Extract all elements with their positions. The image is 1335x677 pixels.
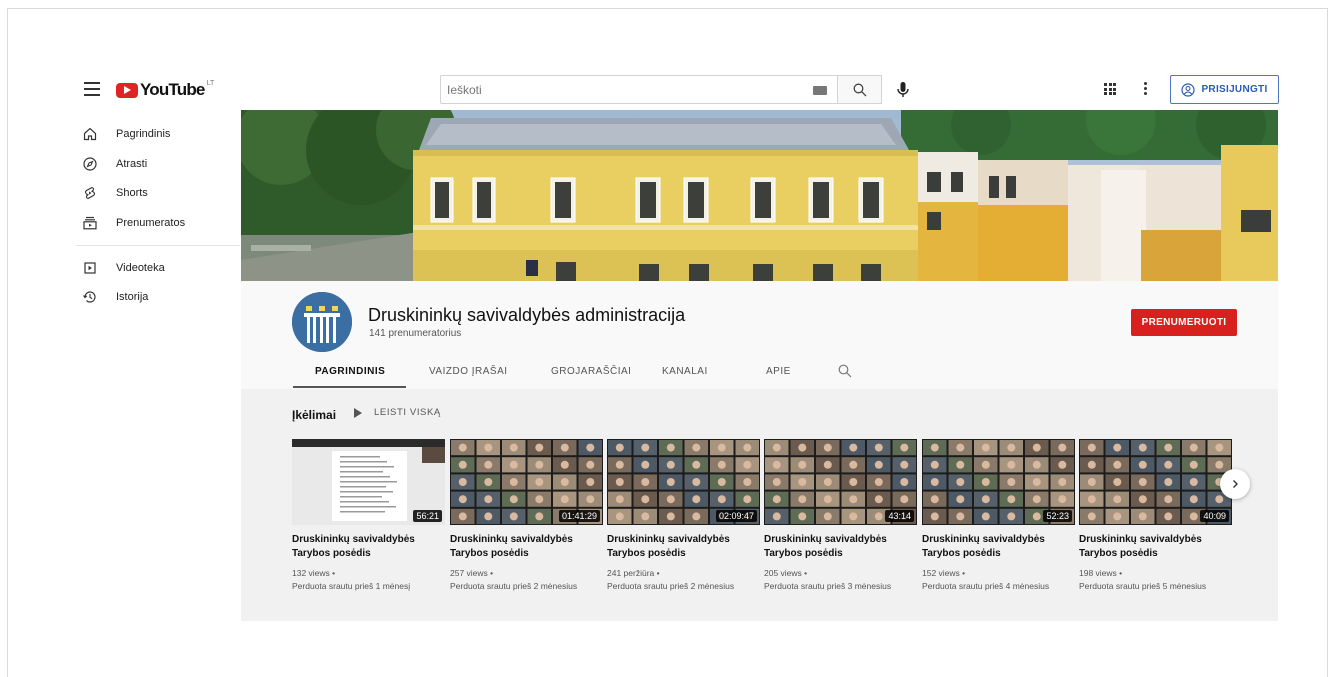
video-stream-date: Perduota srautu prieš 5 mėnesius <box>1079 581 1207 591</box>
sidebar: Pagrindinis Atrasti Shorts Prenumeratos … <box>76 118 240 621</box>
home-icon <box>83 127 97 141</box>
video-thumbnail[interactable]: 56:21 <box>292 439 445 525</box>
masthead: YouTube LT PRISIJUNGTI <box>76 72 1280 110</box>
search-input[interactable] <box>441 82 801 97</box>
next-arrow-button[interactable] <box>1220 469 1250 499</box>
logo-text: YouTube <box>140 80 205 99</box>
video-stream-date: Perduota srautu prieš 2 mėnesius <box>450 581 578 591</box>
subscriptions-icon <box>83 216 97 230</box>
logo-region: LT <box>206 80 215 87</box>
video-duration: 40:09 <box>1200 510 1229 522</box>
video-title[interactable]: Druskininkų savivaldybės Tarybos posėdis <box>450 533 603 561</box>
video-stream-date: Perduota srautu prieš 4 mėnesius <box>922 581 1050 591</box>
video-views: 132 views • <box>292 568 336 578</box>
tab-home[interactable]: PAGRINDINIS <box>315 366 385 377</box>
video-title[interactable]: Druskininkų savivaldybės Tarybos posėdis <box>922 533 1075 561</box>
sidebar-item-label: Istorija <box>116 291 149 303</box>
youtube-play-icon <box>116 82 138 98</box>
library-icon <box>84 262 96 274</box>
video-duration: 52:23 <box>1043 510 1072 522</box>
apps-grid-icon[interactable] <box>1104 83 1116 95</box>
channel-name: Druskininkų savivaldybės administracija <box>368 305 686 325</box>
video-views: 205 views • <box>764 568 808 578</box>
video-card[interactable]: 01:41:29 Druskininkų savivaldybės Tarybos… <box>450 439 603 592</box>
video-duration: 43:14 <box>885 510 914 522</box>
sidebar-item-label: Prenumeratos <box>116 217 186 229</box>
video-thumbnail[interactable]: 43:14 <box>764 439 917 525</box>
video-card[interactable]: 02:09:47 Druskininkų savivaldybės Tarybos… <box>607 439 760 592</box>
youtube-logo[interactable]: YouTube LT <box>116 80 214 100</box>
uploads-shelf: Įkėlimai LEISTI VISKĄ 56:21 Druskininkų s… <box>241 389 1278 621</box>
video-thumbnail[interactable]: 02:09:47 <box>607 439 760 525</box>
sidebar-item-library[interactable]: Videoteka <box>76 255 236 281</box>
play-all-button[interactable]: LEISTI VISKĄ <box>354 407 441 418</box>
video-views: 241 peržiūra • <box>607 568 660 578</box>
channel-banner <box>241 110 1278 281</box>
tab-channels[interactable]: KANALAI <box>662 366 708 377</box>
video-title[interactable]: Druskininkų savivaldybės Tarybos posėdis <box>292 533 445 561</box>
video-title[interactable]: Druskininkų savivaldybės Tarybos posėdis <box>607 533 760 561</box>
video-card[interactable]: 43:14 Druskininkų savivaldybės Tarybos po… <box>764 439 917 592</box>
compass-icon <box>83 157 97 171</box>
play-all-label: LEISTI VISKĄ <box>374 407 441 418</box>
active-tab-indicator <box>293 386 406 388</box>
video-views: 198 views • <box>1079 568 1123 578</box>
video-duration: 01:41:29 <box>558 510 600 522</box>
video-card[interactable]: 56:21 Druskininkų savivaldybės Tarybos po… <box>292 439 445 592</box>
menu-icon[interactable] <box>84 82 100 96</box>
shelf-title[interactable]: Įkėlimai <box>292 408 336 422</box>
channel-header: Druskininkų savivaldybės administracija … <box>241 281 1278 389</box>
more-vert-icon[interactable] <box>1144 82 1148 96</box>
sidebar-item-shorts[interactable]: Shorts <box>76 180 236 206</box>
sidebar-item-subscriptions[interactable]: Prenumeratos <box>76 210 236 236</box>
signin-label: PRISIJUNGTI <box>1201 84 1268 95</box>
video-stream-date: Perduota srautu prieš 2 mėnesius <box>607 581 735 591</box>
sidebar-item-label: Pagrindinis <box>116 128 171 140</box>
tab-videos[interactable]: VAIZDO ĮRAŠAI <box>429 366 508 377</box>
video-duration: 56:21 <box>413 510 442 522</box>
sidebar-item-explore[interactable]: Atrasti <box>76 151 236 177</box>
tab-playlists[interactable]: GROJARAŠČIAI <box>551 366 631 377</box>
sidebar-divider <box>76 245 240 246</box>
play-icon <box>354 407 362 418</box>
video-stream-date: Perduota srautu prieš 3 mėnesius <box>764 581 892 591</box>
tab-about[interactable]: APIE <box>766 366 791 377</box>
subscriber-count: 141 prenumeratorius <box>369 328 462 339</box>
video-thumbnail[interactable]: 52:23 <box>922 439 1075 525</box>
sidebar-item-home[interactable]: Pagrindinis <box>76 121 236 147</box>
video-title[interactable]: Druskininkų savivaldybės Tarybos posėdis <box>764 533 917 561</box>
chevron-right-icon <box>1233 480 1238 488</box>
video-title[interactable]: Druskininkų savivaldybės Tarybos posėdis <box>1079 533 1232 561</box>
video-views: 257 views • <box>450 568 494 578</box>
video-thumbnail[interactable]: 40:09 <box>1079 439 1232 525</box>
video-thumbnail[interactable]: 01:41:29 <box>450 439 603 525</box>
search-icon <box>853 83 866 96</box>
subscribe-button[interactable]: PRENUMERUOTI <box>1131 309 1237 336</box>
search-box[interactable] <box>440 75 838 104</box>
microphone-icon[interactable] <box>894 80 912 100</box>
video-views: 152 views • <box>922 568 966 578</box>
video-card[interactable]: 52:23 Druskininkų savivaldybės Tarybos po… <box>922 439 1075 592</box>
history-icon <box>83 291 96 303</box>
coat-of-arms-icon <box>292 292 352 352</box>
search-icon[interactable] <box>838 364 852 378</box>
sidebar-item-history[interactable]: Istorija <box>76 284 236 310</box>
shorts-icon <box>84 186 96 200</box>
search-button[interactable] <box>838 75 882 104</box>
video-card[interactable]: 40:09 Druskininkų savivaldybės Tarybos po… <box>1079 439 1232 592</box>
sidebar-item-label: Videoteka <box>116 262 165 274</box>
sidebar-item-label: Atrasti <box>116 158 148 170</box>
video-duration: 02:09:47 <box>715 510 757 522</box>
account-icon <box>1181 82 1196 97</box>
keyboard-icon[interactable] <box>813 86 827 95</box>
channel-avatar[interactable] <box>292 292 352 352</box>
signin-button[interactable]: PRISIJUNGTI <box>1170 75 1279 104</box>
video-stream-date: Perduota srautu prieš 1 mėnesį <box>292 581 411 591</box>
banner-building-image <box>241 110 1278 281</box>
sidebar-item-label: Shorts <box>116 187 148 199</box>
